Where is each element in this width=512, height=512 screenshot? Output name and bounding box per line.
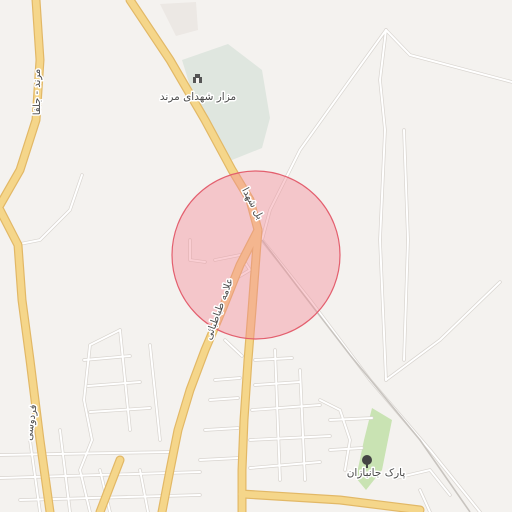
selection-radius-circle[interactable] <box>171 170 341 340</box>
map-view[interactable]: مرند - جلفا فردوسی بل شهدا علامه طباطبائ… <box>0 0 512 512</box>
building-block <box>160 2 198 36</box>
poi-label-cemetery[interactable]: مزار شهدای مرند <box>158 90 237 105</box>
road-label-marand-jolfa: مرند - جلفا <box>32 69 43 115</box>
poi-label-park[interactable]: پارک جانبازان <box>345 466 407 481</box>
